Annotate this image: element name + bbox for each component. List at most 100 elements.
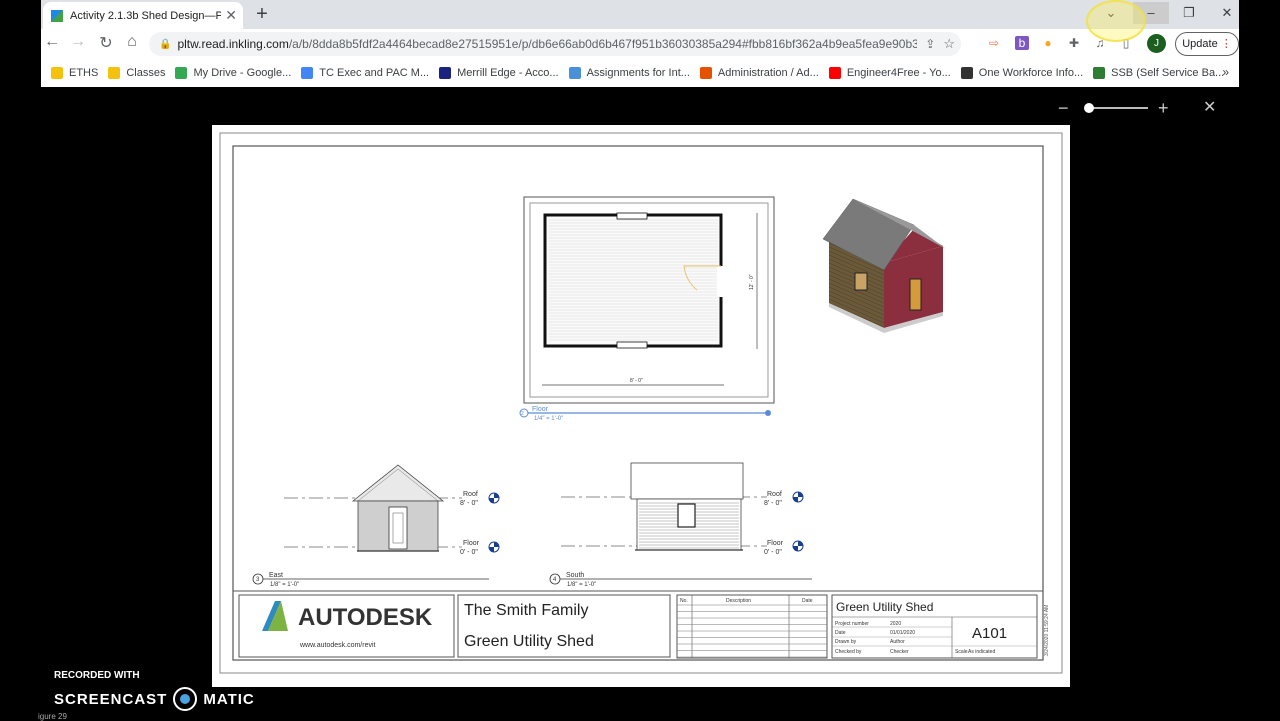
south-elevation-view[interactable]: Roof 8' - 0" Floor 0' - 0" 4 South 1/8" …	[549, 462, 812, 588]
zoom-in-button[interactable]: +	[1158, 98, 1169, 118]
bookmark-label: Classes	[126, 67, 166, 79]
scale-label: Scale	[955, 649, 968, 655]
bookmark-icon	[175, 67, 188, 79]
zoom-slider-handle[interactable]	[1084, 103, 1095, 113]
south-roof	[630, 462, 744, 500]
rev-col-desc: Description	[726, 598, 751, 604]
south-window	[677, 503, 696, 528]
extensions-puzzle-icon[interactable]: ✚	[1067, 36, 1081, 50]
view-number: 2	[521, 411, 524, 417]
tab-title: Activity 2.1.3b Shed Design—Pa	[70, 9, 222, 22]
bookmark-label: Engineer4Free - Yo...	[846, 67, 951, 79]
bookmark-item[interactable]: Assignments for Int...	[568, 67, 690, 79]
bookmark-item[interactable]: Merrill Edge - Acco...	[439, 67, 559, 79]
bookmark-item[interactable]: TC Exec and PAC M...	[301, 67, 429, 79]
bookmark-icon	[960, 67, 973, 79]
lock-icon[interactable]: 🔒	[159, 39, 171, 50]
depth-dimension-label: 12' - 0"	[749, 274, 755, 290]
client-name: The Smith Family	[464, 602, 588, 619]
window-south	[616, 341, 648, 349]
door-opening	[717, 266, 725, 297]
bookmark-icon	[108, 67, 121, 79]
close-window-button[interactable]: ✕	[1209, 2, 1245, 24]
autodesk-wordmark: AUTODESK	[298, 604, 433, 631]
width-dimension-label: 8' - 0"	[630, 378, 643, 384]
back-icon[interactable]: ←	[41, 33, 63, 51]
south-floor-label: Floor	[767, 540, 784, 547]
3d-window	[854, 272, 868, 291]
brand-right: MATIC	[203, 690, 255, 708]
bookmarks-bar: ETHS Classes My Drive - Google... TC Exec a…	[41, 59, 1239, 87]
extension-arrow-icon[interactable]: ⇨	[987, 36, 1001, 50]
bookmark-label: One Workforce Info...	[978, 67, 1084, 79]
bookmark-item[interactable]: One Workforce Info...	[960, 67, 1084, 79]
sheet-drawing-svg: 8' - 0" 12' - 0" 2 Floor 1/4" = 1'-0" Ro…	[219, 132, 1063, 674]
east-elevation-view[interactable]: Roof 8' - 0" Floor 0' - 0" 3 East 1/8" =…	[252, 464, 500, 588]
3d-view[interactable]	[822, 198, 946, 333]
checked-by-value: Checker	[890, 649, 909, 655]
floor-boards	[549, 219, 718, 341]
close-tab-icon[interactable]: ✕	[225, 7, 237, 24]
brand-left: SCREENCAST	[54, 690, 168, 708]
scale-value: As indicated	[968, 649, 995, 655]
extension-bulb-icon[interactable]: ●	[1041, 36, 1055, 50]
zoom-out-button[interactable]: −	[1058, 98, 1069, 118]
bookmark-item[interactable]: My Drive - Google...	[175, 67, 291, 79]
screencast-watermark: RECORDED WITH SCREENCAST MATIC	[54, 670, 255, 711]
bookmark-icon	[439, 67, 452, 79]
bookmark-label: TC Exec and PAC M...	[319, 67, 430, 79]
more-bookmarks-icon[interactable]: »	[1222, 65, 1229, 79]
revision-table	[676, 594, 828, 659]
autodesk-url: www.autodesk.com/revit	[299, 642, 376, 649]
view-name: Floor	[532, 406, 549, 413]
bookmark-icon	[51, 67, 63, 79]
bookmark-icon	[699, 67, 712, 79]
restore-button[interactable]: ❐	[1171, 2, 1207, 24]
forward-icon[interactable]: →	[67, 33, 89, 51]
bookmark-item[interactable]: Classes	[108, 67, 165, 79]
reload-icon[interactable]: ↻	[95, 33, 117, 53]
view-title-grip[interactable]	[765, 410, 771, 416]
rev-col-date: Date	[802, 598, 813, 604]
date-label: Date	[835, 630, 846, 636]
east-door	[388, 506, 408, 550]
close-viewer-button[interactable]: ✕	[1203, 98, 1216, 118]
drawn-by-label: Drawn by	[835, 639, 857, 645]
bookmark-star-icon[interactable]: ☆	[943, 36, 955, 52]
south-roof-elev: 8' - 0"	[764, 500, 782, 507]
update-button[interactable]: Update ⋮	[1175, 32, 1239, 56]
zoom-slider[interactable]	[1086, 107, 1148, 109]
url-text: pltw.read.inkling.com/a/b/8dda8b5fdf2a44…	[177, 37, 918, 51]
sheet-title: Green Utility Shed	[836, 600, 933, 614]
title-block: AUTODESK www.autodesk.com/revit The Smit…	[233, 590, 1050, 659]
project-number: 2020	[890, 621, 901, 627]
address-bar[interactable]: 🔒 pltw.read.inkling.com/a/b/8dda8b5fdf2a…	[149, 32, 961, 56]
floor-plan-view[interactable]: 8' - 0" 12' - 0" 2 Floor 1/4" = 1'-0"	[519, 196, 775, 422]
bookmark-label: My Drive - Google...	[193, 67, 292, 79]
bookmark-icon	[568, 67, 581, 79]
rev-col-no: No.	[680, 598, 688, 604]
east-floor-label: Floor	[463, 540, 480, 547]
tab-activity[interactable]: Activity 2.1.3b Shed Design—Pa ✕	[43, 2, 243, 29]
shed-walls	[543, 213, 723, 348]
share-icon[interactable]: ⇪	[925, 37, 935, 51]
sheet-number: A101	[972, 625, 1007, 642]
bookmark-icon	[828, 67, 841, 79]
recorded-with-label: RECORDED WITH	[54, 670, 140, 681]
bookmark-icon	[301, 67, 314, 79]
3d-door	[909, 278, 922, 311]
home-icon[interactable]: ⌂	[121, 33, 143, 51]
bookmark-label: Administration / Ad...	[717, 67, 819, 79]
south-view-name: South	[566, 572, 584, 579]
bookmark-label: SSB (Self Service Ba...	[1111, 67, 1225, 79]
east-roof-elev: 8' - 0"	[460, 500, 478, 507]
profile-avatar[interactable]: J	[1147, 34, 1166, 53]
bookmark-item[interactable]: ETHS	[51, 67, 98, 79]
south-floor-elev: 0' - 0"	[764, 549, 782, 556]
extension-b-icon[interactable]: b	[1015, 36, 1029, 50]
bookmark-item[interactable]: Engineer4Free - Yo...	[828, 67, 951, 79]
bookmark-item[interactable]: Administration / Ad...	[699, 67, 819, 79]
view-scale: 1/4" = 1'-0"	[534, 416, 563, 422]
new-tab-button[interactable]: +	[251, 3, 273, 26]
bookmark-item[interactable]: SSB (Self Service Ba...	[1093, 67, 1224, 79]
